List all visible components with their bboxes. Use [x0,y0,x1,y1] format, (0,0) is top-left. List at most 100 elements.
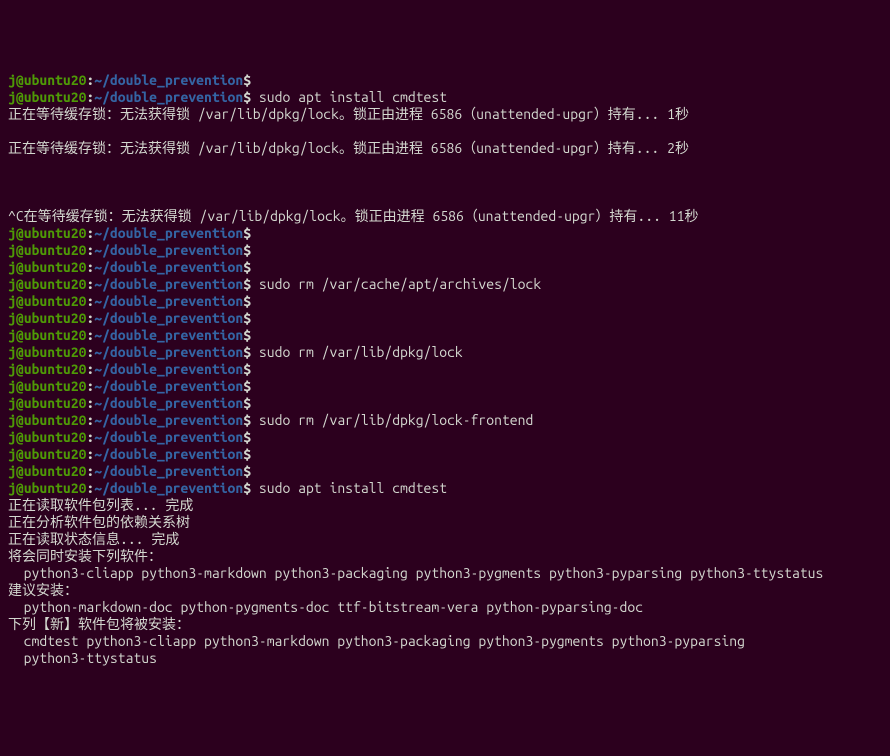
prompt-line: j@ubuntu20:~/double_prevention$ [8,310,882,327]
prompt-user: j [8,412,16,428]
prompt-at: @ [16,463,24,479]
prompt-at: @ [16,310,24,326]
blank-line [8,191,882,208]
prompt-dollar: $ [243,344,251,360]
prompt-user: j [8,242,16,258]
prompt-dollar: $ [243,72,251,88]
prompt-path: ~/double_prevention [94,480,243,496]
prompt-host: ubuntu20 [24,259,87,275]
command-text: sudo rm /var/lib/dpkg/lock [251,344,463,360]
prompt-dollar: $ [243,480,251,496]
prompt-line: j@ubuntu20:~/double_prevention$ [8,327,882,344]
prompt-at: @ [16,293,24,309]
prompt-at: @ [16,327,24,343]
prompt-host: ubuntu20 [24,225,87,241]
prompt-line: j@ubuntu20:~/double_prevention$ [8,361,882,378]
prompt-dollar: $ [243,242,251,258]
output-line: python-markdown-doc python-pygments-doc … [8,599,882,616]
prompt-at: @ [16,395,24,411]
prompt-host: ubuntu20 [24,276,87,292]
prompt-dollar: $ [243,446,251,462]
prompt-host: ubuntu20 [24,72,87,88]
prompt-at: @ [16,361,24,377]
prompt-path: ~/double_prevention [94,327,243,343]
prompt-host: ubuntu20 [24,344,87,360]
output-line: python3-ttystatus [8,650,882,667]
prompt-host: ubuntu20 [24,378,87,394]
prompt-dollar: $ [243,225,251,241]
prompt-user: j [8,480,16,496]
prompt-host: ubuntu20 [24,242,87,258]
prompt-path: ~/double_prevention [94,72,243,88]
prompt-line: j@ubuntu20:~/double_prevention$ sudo apt… [8,480,882,497]
prompt-path: ~/double_prevention [94,293,243,309]
prompt-line: j@ubuntu20:~/double_prevention$ [8,395,882,412]
terminal-output[interactable]: j@ubuntu20:~/double_prevention$j@ubuntu2… [8,72,882,667]
prompt-dollar: $ [243,463,251,479]
prompt-line: j@ubuntu20:~/double_prevention$ [8,242,882,259]
prompt-line: j@ubuntu20:~/double_prevention$ sudo rm … [8,276,882,293]
prompt-dollar: $ [243,293,251,309]
prompt-host: ubuntu20 [24,327,87,343]
prompt-host: ubuntu20 [24,361,87,377]
prompt-user: j [8,310,16,326]
command-text: sudo apt install cmdtest [251,89,447,105]
prompt-host: ubuntu20 [24,429,87,445]
prompt-host: ubuntu20 [24,310,87,326]
prompt-at: @ [16,344,24,360]
prompt-at: @ [16,480,24,496]
prompt-line: j@ubuntu20:~/double_prevention$ [8,429,882,446]
prompt-at: @ [16,412,24,428]
prompt-user: j [8,72,16,88]
prompt-line: j@ubuntu20:~/double_prevention$ [8,446,882,463]
prompt-at: @ [16,446,24,462]
prompt-host: ubuntu20 [24,412,87,428]
command-text: sudo rm /var/cache/apt/archives/lock [251,276,541,292]
output-line: 正在等待缓存锁：无法获得锁 /var/lib/dpkg/lock。锁正由进程 6… [8,106,882,123]
prompt-dollar: $ [243,412,251,428]
prompt-path: ~/double_prevention [94,242,243,258]
prompt-dollar: $ [243,276,251,292]
output-line: ^C在等待缓存锁：无法获得锁 /var/lib/dpkg/lock。锁正由进程 … [8,208,882,225]
prompt-path: ~/double_prevention [94,412,243,428]
prompt-path: ~/double_prevention [94,429,243,445]
prompt-dollar: $ [243,361,251,377]
output-line: 下列【新】软件包将被安装： [8,616,882,633]
prompt-path: ~/double_prevention [94,276,243,292]
prompt-dollar: $ [243,259,251,275]
blank-line [8,174,882,191]
prompt-at: @ [16,259,24,275]
prompt-user: j [8,327,16,343]
prompt-user: j [8,395,16,411]
command-text: sudo apt install cmdtest [251,480,447,496]
prompt-line: j@ubuntu20:~/double_prevention$ [8,259,882,276]
prompt-at: @ [16,72,24,88]
prompt-line: j@ubuntu20:~/double_prevention$ [8,225,882,242]
prompt-at: @ [16,429,24,445]
prompt-path: ~/double_prevention [94,446,243,462]
output-line: 正在分析软件包的依赖关系树 [8,514,882,531]
prompt-path: ~/double_prevention [94,225,243,241]
prompt-host: ubuntu20 [24,480,87,496]
prompt-user: j [8,344,16,360]
output-line: python3-cliapp python3-markdown python3-… [8,565,882,582]
prompt-host: ubuntu20 [24,89,87,105]
prompt-user: j [8,446,16,462]
prompt-path: ~/double_prevention [94,463,243,479]
prompt-path: ~/double_prevention [94,259,243,275]
prompt-host: ubuntu20 [24,446,87,462]
prompt-path: ~/double_prevention [94,310,243,326]
output-line: 正在读取状态信息... 完成 [8,531,882,548]
prompt-at: @ [16,225,24,241]
prompt-at: @ [16,89,24,105]
prompt-at: @ [16,276,24,292]
output-line: 正在等待缓存锁：无法获得锁 /var/lib/dpkg/lock。锁正由进程 6… [8,140,882,157]
prompt-user: j [8,429,16,445]
prompt-dollar: $ [243,89,251,105]
prompt-path: ~/double_prevention [94,344,243,360]
prompt-line: j@ubuntu20:~/double_prevention$ sudo apt… [8,89,882,106]
prompt-dollar: $ [243,327,251,343]
prompt-dollar: $ [243,429,251,445]
prompt-user: j [8,361,16,377]
prompt-user: j [8,463,16,479]
